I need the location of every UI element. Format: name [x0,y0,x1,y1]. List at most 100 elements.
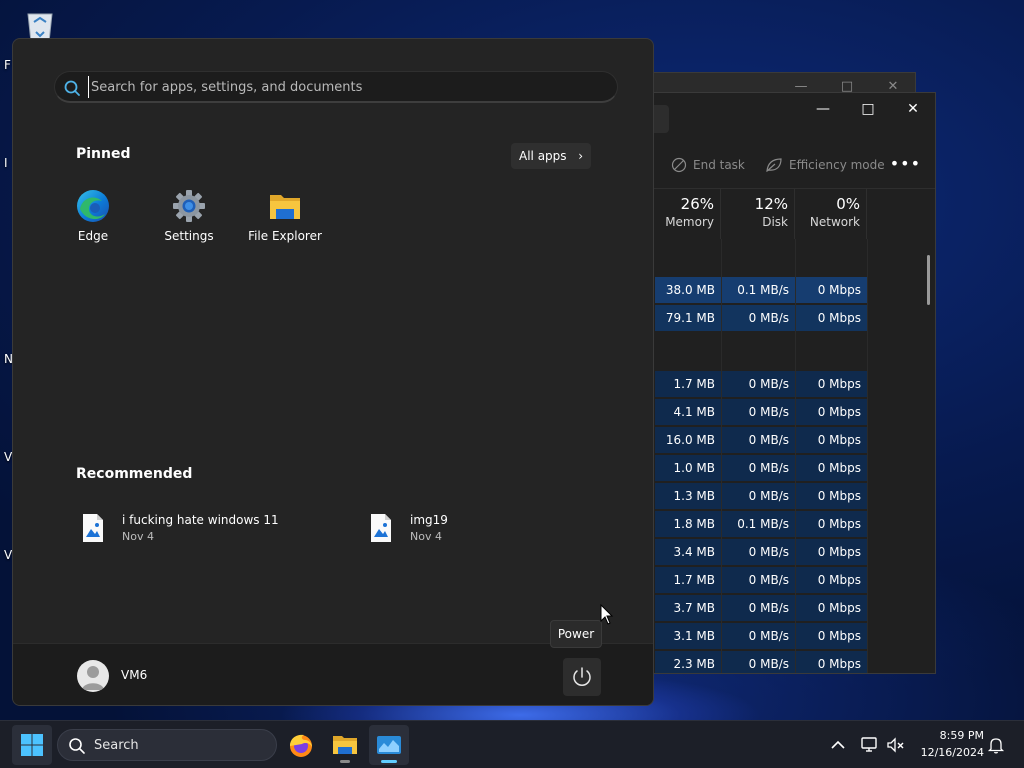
column-divider [867,239,868,673]
process-row[interactable]: 3.4 MB 0 MB/s 0 Mbps [655,539,867,565]
memory-cell: 3.7 MB [655,595,721,621]
disk-cell: 0 MB/s [722,399,795,425]
memory-cell: 2.3 MB [655,651,721,673]
taskbar-app-firefox[interactable] [281,725,321,765]
pinned-app-settings[interactable]: Settings [141,189,237,255]
network-icon[interactable] [860,735,880,755]
end-task-label: End task [693,158,745,172]
start-search-input[interactable] [88,76,608,98]
column-header-disk[interactable]: 12% Disk [721,189,795,239]
desktop-icon-label[interactable]: V [4,548,12,562]
recommended-item[interactable]: i fucking hate windows 11 Nov 4 [82,511,312,551]
taskbar-search-label: Search [94,738,139,753]
memory-cell: 1.0 MB [655,455,721,481]
desktop-icon-label[interactable]: I [4,156,8,170]
memory-label: Memory [665,215,714,229]
process-row[interactable]: 1.8 MB 0.1 MB/s 0 Mbps [655,511,867,537]
process-row[interactable]: 3.1 MB 0 MB/s 0 Mbps [655,623,867,649]
memory-cell: 79.1 MB [655,305,721,331]
close-button[interactable]: ✕ [901,99,925,119]
network-cell: 0 Mbps [796,623,867,649]
process-row[interactable]: 2.3 MB 0 MB/s 0 Mbps [655,651,867,673]
clock-time: 8:59 PM [939,729,984,742]
taskbar-app-file-explorer[interactable] [325,725,365,765]
disk-cell: 0 MB/s [722,623,795,649]
process-row[interactable]: 79.1 MB 0 MB/s 0 Mbps [655,305,867,331]
volume-muted-icon[interactable] [886,735,906,755]
network-cell: 0 Mbps [796,277,867,303]
process-row[interactable]: 38.0 MB 0.1 MB/s 0 Mbps [655,277,867,303]
pinned-heading: Pinned [76,146,131,162]
process-row[interactable]: 3.7 MB 0 MB/s 0 Mbps [655,595,867,621]
user-icon [82,666,104,690]
maximize-button[interactable]: □ [856,99,880,119]
efficiency-mode-label: Efficiency mode [789,158,885,172]
folder-icon [270,195,300,219]
disk-cell: 0.1 MB/s [722,511,795,537]
pinned-app-edge[interactable]: Edge [45,189,141,255]
recommended-heading: Recommended [76,466,193,482]
column-header-network[interactable]: 0% Network [795,189,867,239]
recommended-item-name: img19 [410,513,448,527]
task-manager-toolbar: End task Efficiency mode ••• [641,145,935,189]
disk-cell: 0 MB/s [722,427,795,453]
memory-cell: 3.1 MB [655,623,721,649]
chevron-up-icon[interactable] [828,735,848,755]
more-options-button[interactable]: ••• [890,154,921,173]
network-cell: 0 Mbps [796,371,867,397]
taskbar-app-task-manager[interactable] [369,725,409,765]
network-cell: 0 Mbps [796,567,867,593]
memory-percent: 26% [680,195,714,213]
end-task-icon [671,157,687,173]
power-button[interactable] [563,658,601,696]
system-clock[interactable]: 8:59 PM 12/16/2024 [910,727,984,761]
network-label: Network [809,215,860,229]
recommended-item-name: i fucking hate windows 11 [122,513,279,527]
user-avatar[interactable] [77,660,109,692]
memory-cell: 1.3 MB [655,483,721,509]
desktop-icon-label[interactable]: F [4,58,11,72]
process-row[interactable]: 1.0 MB 0 MB/s 0 Mbps [655,455,867,481]
memory-cell: 1.7 MB [655,371,721,397]
memory-cell: 4.1 MB [655,399,721,425]
mouse-cursor-icon [600,604,614,625]
user-name[interactable]: VM6 [121,668,147,682]
disk-label: Disk [762,215,788,229]
recommended-item-date: Nov 4 [122,530,154,543]
running-indicator [340,760,350,763]
efficiency-mode-button[interactable]: Efficiency mode [765,157,885,173]
start-search-box[interactable] [54,71,618,103]
edge-icon [77,190,109,222]
process-row[interactable]: 1.7 MB 0 MB/s 0 Mbps [655,371,867,397]
process-row[interactable]: 4.1 MB 0 MB/s 0 Mbps [655,399,867,425]
all-apps-button[interactable]: All apps › [511,143,591,169]
firefox-icon [290,734,312,757]
process-row[interactable]: 1.7 MB 0 MB/s 0 Mbps [655,567,867,593]
memory-cell: 3.4 MB [655,539,721,565]
minimize-button[interactable]: — [811,99,835,119]
leaf-icon [766,158,782,173]
disk-percent: 12% [754,195,788,213]
start-menu-footer: VM6 [13,643,653,705]
recommended-item[interactable]: img19 Nov 4 [370,511,570,551]
pinned-app-label: Edge [77,229,109,243]
process-row[interactable]: 1.3 MB 0 MB/s 0 Mbps [655,483,867,509]
image-file-icon [83,514,103,542]
all-apps-label: All apps [519,149,567,163]
network-cell: 0 Mbps [796,399,867,425]
notification-bell-icon[interactable] [986,735,1006,755]
column-header-memory[interactable]: 26% Memory [655,189,721,239]
task-manager-titlebar[interactable]: — □ ✕ [641,93,935,125]
task-manager-window[interactable]: — □ ✕ End task Efficiency mode ••• 26% M… [640,92,936,674]
disk-cell: 0 MB/s [722,651,795,673]
disk-cell: 0 MB/s [722,539,795,565]
desktop-icon-label[interactable]: V [4,450,12,464]
start-button[interactable] [12,725,52,765]
network-cell: 0 Mbps [796,651,867,673]
pinned-app-file-explorer[interactable]: File Explorer [237,189,333,255]
process-row[interactable]: 16.0 MB 0 MB/s 0 Mbps [655,427,867,453]
network-cell: 0 Mbps [796,305,867,331]
taskbar-search[interactable]: Search [57,729,277,761]
scrollbar-thumb[interactable] [927,255,930,305]
end-task-button[interactable]: End task [671,157,745,173]
